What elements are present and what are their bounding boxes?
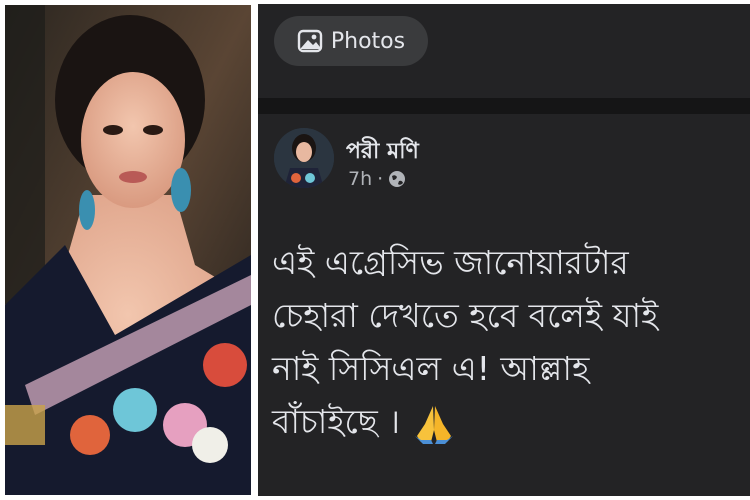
post-header: পরী মণি 7h · — [274, 128, 674, 196]
post-body: এই এগ্রেসিভ জানোয়ারটার চেহারা দেখতে হবে… — [272, 236, 750, 448]
post-time[interactable]: 7h — [348, 168, 372, 190]
folded-hands-emoji — [411, 402, 457, 446]
author-name[interactable]: পরী মণি — [346, 134, 419, 171]
post-meta: 7h · — [348, 168, 406, 190]
globe-icon — [388, 170, 406, 188]
photos-icon — [297, 28, 323, 54]
meta-separator: · — [377, 168, 384, 190]
post-text: এই এগ্রেসিভ জানোয়ারটার চেহারা দেখতে হবে… — [272, 243, 659, 441]
photos-button[interactable]: Photos — [274, 16, 428, 66]
avatar[interactable] — [274, 128, 334, 188]
portrait-photo — [5, 5, 251, 495]
section-divider — [258, 98, 750, 114]
photos-label: Photos — [330, 28, 406, 54]
facebook-post-screenshot: Photos পরী মণি 7h · এই এগ্রেসিভ জানোয়ার… — [258, 4, 750, 496]
